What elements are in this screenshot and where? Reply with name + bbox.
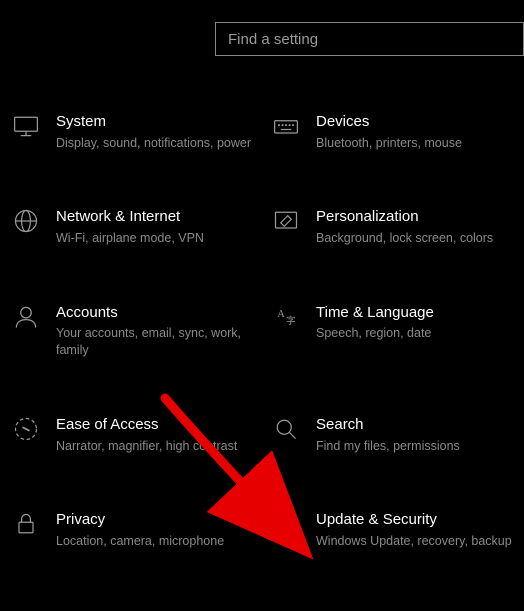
tile-text: Accounts Your accounts, email, sync, wor… — [56, 303, 272, 359]
language-icon: A字 — [272, 303, 316, 331]
tile-ease-of-access[interactable]: Ease of Access Narrator, magnifier, high… — [12, 415, 272, 454]
tile-title: Accounts — [56, 303, 262, 323]
tile-desc: Bluetooth, printers, mouse — [316, 135, 522, 152]
tile-text: Privacy Location, camera, microphone — [56, 510, 272, 549]
tile-text: Ease of Access Narrator, magnifier, high… — [56, 415, 272, 454]
tile-title: Network & Internet — [56, 207, 262, 227]
tile-desc: Your accounts, email, sync, work, family — [56, 325, 262, 359]
tile-title: Personalization — [316, 207, 522, 227]
settings-grid: System Display, sound, notifications, po… — [12, 112, 524, 550]
tile-desc: Narrator, magnifier, high contrast — [56, 438, 262, 455]
search-input[interactable] — [215, 22, 524, 56]
tile-desc: Display, sound, notifications, power — [56, 135, 262, 152]
tile-time-language[interactable]: A字 Time & Language Speech, region, date — [272, 303, 524, 359]
tile-text: Search Find my files, permissions — [316, 415, 524, 454]
tile-title: Time & Language — [316, 303, 522, 323]
tile-text: Time & Language Speech, region, date — [316, 303, 524, 342]
tile-text: System Display, sound, notifications, po… — [56, 112, 272, 151]
tile-desc: Windows Update, recovery, backup — [316, 533, 522, 550]
tile-network[interactable]: Network & Internet Wi-Fi, airplane mode,… — [12, 207, 272, 246]
person-icon — [12, 303, 56, 331]
tile-title: Update & Security — [316, 510, 522, 530]
tile-accounts[interactable]: Accounts Your accounts, email, sync, wor… — [12, 303, 272, 359]
accessibility-icon — [12, 415, 56, 443]
paintbrush-icon — [272, 207, 316, 235]
tile-desc: Speech, region, date — [316, 325, 522, 342]
search-icon — [272, 415, 316, 443]
tile-devices[interactable]: Devices Bluetooth, printers, mouse — [272, 112, 524, 151]
search-container — [215, 22, 524, 56]
tile-privacy[interactable]: Privacy Location, camera, microphone — [12, 510, 272, 549]
tile-title: System — [56, 112, 262, 132]
tile-text: Network & Internet Wi-Fi, airplane mode,… — [56, 207, 272, 246]
tile-desc: Background, lock screen, colors — [316, 230, 522, 247]
tile-title: Search — [316, 415, 522, 435]
svg-text:A: A — [277, 309, 285, 320]
tile-desc: Find my files, permissions — [316, 438, 522, 455]
display-icon — [12, 112, 56, 140]
tile-personalization[interactable]: Personalization Background, lock screen,… — [272, 207, 524, 246]
tile-desc: Wi-Fi, airplane mode, VPN — [56, 230, 262, 247]
keyboard-icon — [272, 112, 316, 140]
tile-text: Personalization Background, lock screen,… — [316, 207, 524, 246]
tile-desc: Location, camera, microphone — [56, 533, 262, 550]
tile-text: Update & Security Windows Update, recove… — [316, 510, 524, 549]
tile-text: Devices Bluetooth, printers, mouse — [316, 112, 524, 151]
tile-title: Devices — [316, 112, 522, 132]
tile-title: Privacy — [56, 510, 262, 530]
tile-update-security[interactable]: Update & Security Windows Update, recove… — [272, 510, 524, 549]
sync-icon — [272, 510, 316, 538]
svg-text:字: 字 — [286, 315, 296, 327]
lock-icon — [12, 510, 56, 538]
globe-icon — [12, 207, 56, 235]
tile-search[interactable]: Search Find my files, permissions — [272, 415, 524, 454]
tile-system[interactable]: System Display, sound, notifications, po… — [12, 112, 272, 151]
tile-title: Ease of Access — [56, 415, 262, 435]
